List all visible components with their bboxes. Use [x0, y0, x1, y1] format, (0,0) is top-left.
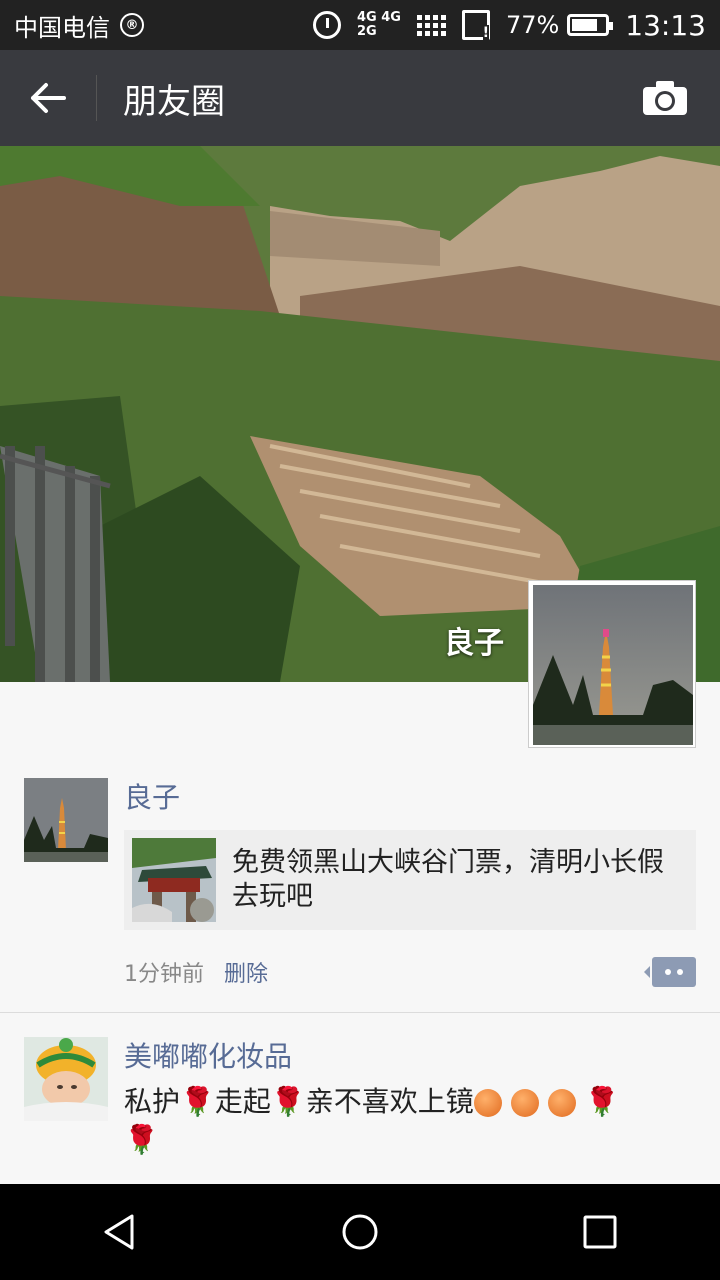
moments-feed: 良子 免费领黑山大峡谷门票，清明小长假去玩吧 1分钟前 删除 美嘟嘟化妆品 私护… [0, 748, 720, 1159]
post-avatar[interactable] [24, 1037, 108, 1121]
title-divider [96, 75, 97, 121]
delete-link[interactable]: 删除 [224, 956, 268, 988]
shared-link-thumbnail [132, 838, 216, 922]
post-body: 美嘟嘟化妆品 私护🌹走起🌹亲不喜欢上镜 🌹 🌹 [124, 1037, 696, 1159]
rose-icon: 🌹 [584, 1085, 620, 1118]
post-author[interactable]: 良子 [124, 778, 696, 818]
network-bottom: 2G [356, 24, 377, 39]
carrier-label: 中国电信 [14, 13, 110, 42]
nav-back-button[interactable] [72, 1184, 168, 1280]
battery-icon [567, 14, 614, 36]
circle-home-icon [342, 1214, 378, 1250]
cover-owner-name: 良子 [444, 626, 504, 661]
post-text-part: 私护 [124, 1085, 181, 1118]
post-body: 良子 免费领黑山大峡谷门票，清明小长假去玩吧 1分钟前 删除 [124, 778, 696, 992]
post-time: 1分钟前 [124, 962, 204, 987]
battery-percent: 77% [505, 11, 560, 39]
hd-icon: ® [120, 13, 144, 37]
top-bar: 朋友圈 [0, 50, 720, 146]
camera-button[interactable] [610, 50, 720, 146]
post-item: 美嘟嘟化妆品 私护🌹走起🌹亲不喜欢上镜 🌹 🌹 [0, 1013, 720, 1159]
post-text-part: 亲不喜欢上镜 [305, 1085, 474, 1118]
system-nav-bar [0, 1184, 720, 1280]
rose-icon: 🌹 [180, 1085, 215, 1118]
status-bar: 中国电信 ® 4G 4G 2G 77% 13:13 [0, 0, 720, 50]
signal-icon [416, 14, 446, 36]
post-text-part: 走起 [214, 1085, 271, 1118]
clock: 13:13 [625, 8, 706, 42]
page-title: 朋友圈 [123, 81, 225, 122]
camera-icon [643, 81, 687, 115]
nav-recent-button[interactable] [552, 1184, 648, 1280]
post-item: 良子 免费领黑山大峡谷门票，清明小长假去玩吧 1分钟前 删除 [0, 748, 720, 992]
blush-emoji-icon [547, 1089, 576, 1117]
gate-image [132, 838, 216, 922]
battery: 77% [505, 11, 614, 39]
shared-link-card[interactable]: 免费领黑山大峡谷门票，清明小长假去玩吧 [124, 830, 696, 930]
square-recent-icon [583, 1215, 617, 1249]
nav-home-button[interactable] [312, 1184, 408, 1280]
alarm-icon [312, 11, 341, 39]
back-button[interactable] [0, 50, 96, 146]
post-meta: 1分钟前 删除 [124, 952, 696, 992]
blush-emoji-icon [510, 1089, 539, 1117]
sim-alert-icon [461, 10, 490, 41]
shared-link-title: 免费领黑山大峡谷门票，清明小长假去玩吧 [232, 847, 664, 912]
post-avatar[interactable] [24, 778, 108, 862]
network-top: 4G 4G [356, 10, 401, 25]
post-text: 私护🌹走起🌹亲不喜欢上镜 🌹 🌹 [124, 1083, 696, 1159]
triangle-back-icon [104, 1214, 134, 1250]
avatar-image [533, 585, 693, 745]
rose-icon: 🌹 [270, 1085, 306, 1118]
status-icons: 4G 4G 2G 77% 13:13 [312, 8, 706, 42]
blush-emoji-icon [473, 1089, 502, 1117]
profile-avatar[interactable] [528, 580, 696, 748]
comment-more-icon[interactable] [644, 957, 696, 987]
avatar-image [24, 778, 108, 862]
post-author[interactable]: 美嘟嘟化妆品 [124, 1037, 696, 1077]
network-type: 4G 4G 2G [357, 11, 401, 39]
arrow-left-icon [31, 83, 66, 113]
rose-icon: 🌹 [124, 1123, 159, 1156]
baby-avatar-image [24, 1037, 108, 1121]
